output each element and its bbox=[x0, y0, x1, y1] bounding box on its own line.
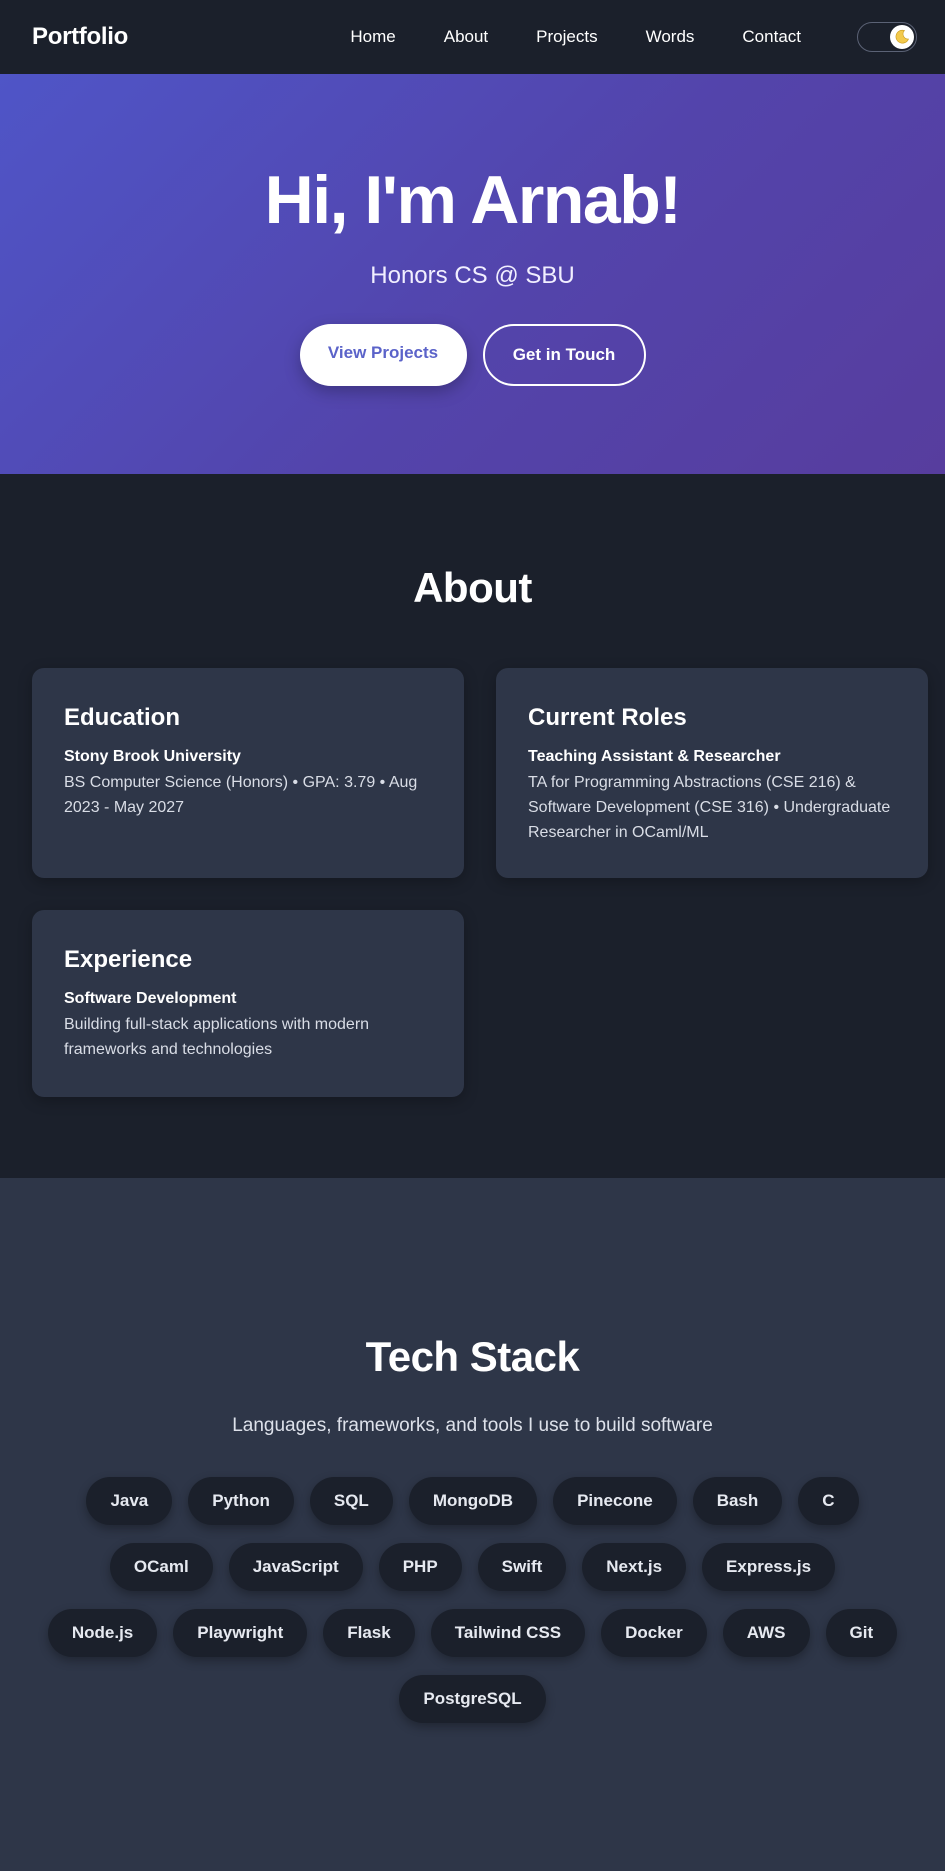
get-in-touch-button[interactable]: Get in Touch bbox=[482, 324, 646, 386]
tech-chip: Java bbox=[86, 1477, 173, 1525]
tech-chip: Flask bbox=[323, 1609, 415, 1657]
nav-link-projects[interactable]: Projects bbox=[536, 27, 597, 47]
card-subtitle: Teaching Assistant & Researcher bbox=[528, 748, 781, 765]
hero-buttons: View Projects Get in Touch bbox=[0, 324, 945, 386]
nav-link-home[interactable]: Home bbox=[350, 27, 395, 47]
current-roles-card: Current Roles Teaching Assistant & Resea… bbox=[496, 668, 928, 878]
tech-chip: SQL bbox=[309, 1477, 393, 1525]
tech-chip: Swift bbox=[477, 1543, 567, 1591]
tech-chip: PostgreSQL bbox=[399, 1675, 546, 1723]
tech-stack-subtitle: Languages, frameworks, and tools I use t… bbox=[232, 1415, 713, 1436]
hero-subtitle: Honors CS @ SBU bbox=[370, 262, 575, 289]
theme-toggle[interactable] bbox=[857, 22, 917, 52]
tech-chip: JavaScript bbox=[228, 1543, 363, 1591]
moon-icon bbox=[890, 25, 914, 49]
card-title: Current Roles bbox=[528, 704, 687, 731]
card-title: Education bbox=[64, 704, 181, 731]
tech-chip: Docker bbox=[601, 1609, 707, 1657]
nav-link-words[interactable]: Words bbox=[646, 27, 695, 47]
tech-chip: MongoDB bbox=[408, 1477, 538, 1525]
hero-section: Hi, I'm Arnab! Honors CS @ SBU View Proj… bbox=[0, 74, 945, 474]
view-projects-button[interactable]: View Projects bbox=[299, 324, 467, 386]
tech-chips: Java Python SQL MongoDB Pinecone Bash C … bbox=[47, 1477, 898, 1723]
tech-chip: Git bbox=[825, 1609, 898, 1657]
tech-chip: Bash bbox=[692, 1477, 783, 1525]
nav-right: Home About Projects Words Contact bbox=[350, 22, 917, 52]
tech-chip: AWS bbox=[722, 1609, 810, 1657]
card-text: BS Computer Science (Honors) • GPA: 3.79… bbox=[64, 774, 418, 816]
tech-chip: Python bbox=[188, 1477, 294, 1525]
tech-chip: Next.js bbox=[582, 1543, 687, 1591]
tech-chip: PHP bbox=[378, 1543, 462, 1591]
tech-chip: Node.js bbox=[47, 1609, 158, 1657]
experience-card: Experience Software Development Building… bbox=[32, 910, 464, 1097]
tech-stack-title: Tech Stack bbox=[365, 1333, 580, 1380]
card-text: TA for Programming Abstractions (CSE 216… bbox=[528, 774, 891, 841]
hero-title: Hi, I'm Arnab! bbox=[264, 162, 682, 238]
card-title: Experience bbox=[64, 946, 193, 973]
tech-chip: Playwright bbox=[173, 1609, 308, 1657]
card-subtitle: Software Development bbox=[64, 990, 237, 1007]
nav-links: Home About Projects Words Contact bbox=[350, 27, 801, 47]
about-section: About Education Stony Brook University B… bbox=[0, 474, 945, 1178]
brand-logo[interactable]: Portfolio bbox=[32, 23, 128, 51]
tech-chip: Pinecone bbox=[553, 1477, 677, 1525]
card-text: Building full-stack applications with mo… bbox=[64, 1016, 370, 1058]
about-title: About bbox=[413, 564, 532, 611]
about-cards: Education Stony Brook University BS Comp… bbox=[0, 668, 945, 1097]
tech-stack-section: Tech Stack Languages, frameworks, and to… bbox=[0, 1178, 945, 1871]
top-nav: Portfolio Home About Projects Words Cont… bbox=[0, 0, 945, 74]
nav-link-contact[interactable]: Contact bbox=[742, 27, 801, 47]
tech-chip: Tailwind CSS bbox=[430, 1609, 586, 1657]
education-card: Education Stony Brook University BS Comp… bbox=[32, 668, 464, 878]
card-subtitle: Stony Brook University bbox=[64, 748, 241, 765]
tech-chip: Express.js bbox=[702, 1543, 836, 1591]
tech-chip: OCaml bbox=[109, 1543, 213, 1591]
nav-link-about[interactable]: About bbox=[444, 27, 488, 47]
tech-chip: C bbox=[798, 1477, 859, 1525]
